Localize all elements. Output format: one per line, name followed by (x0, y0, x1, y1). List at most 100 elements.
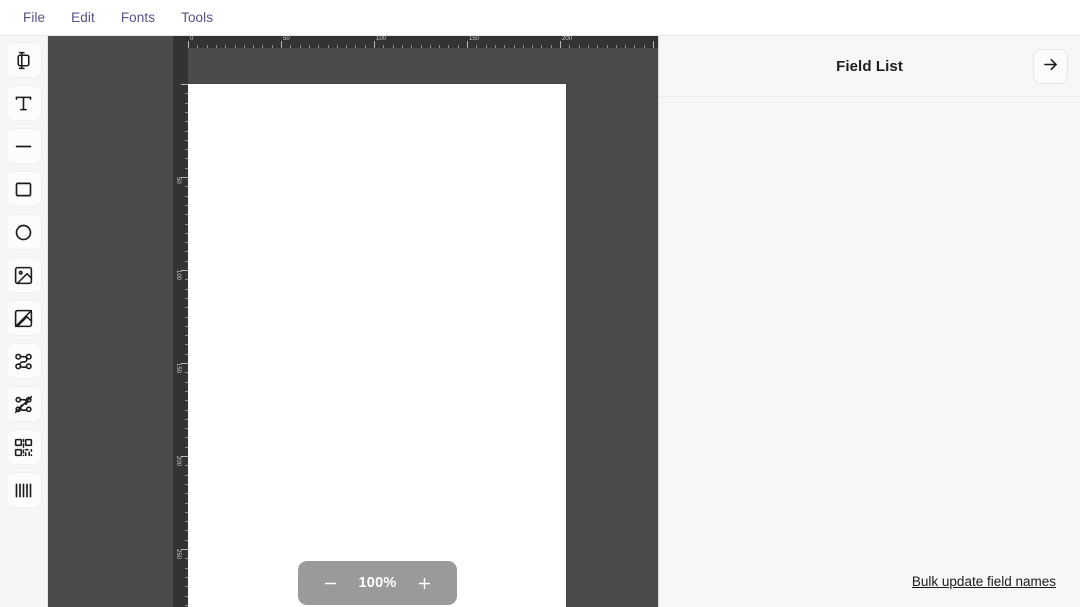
collapse-panel-button[interactable] (1033, 49, 1068, 84)
ruler-tick (185, 251, 188, 253)
ruler-tick (185, 409, 188, 411)
ruler-tick (185, 576, 188, 578)
image-icon (13, 265, 34, 286)
ruler-tick (411, 45, 413, 48)
ruler-label: 0 (190, 36, 194, 42)
ruler-tick (185, 93, 188, 95)
zoom-out-button[interactable] (319, 571, 343, 595)
ruler-tick (439, 45, 441, 48)
ruler-tick (185, 279, 188, 281)
ruler-tick (185, 307, 188, 309)
ruler-tick (181, 84, 188, 85)
ruler-tick (185, 139, 188, 141)
ruler-tick (185, 316, 188, 318)
panel-header: Field List (659, 36, 1080, 97)
tool-barcode-button[interactable] (5, 472, 42, 508)
ellipse-icon (13, 222, 34, 243)
ruler-tick (181, 177, 188, 178)
tool-sidebar (0, 36, 48, 607)
ruler-tick (197, 45, 199, 48)
tool-line-button[interactable] (5, 128, 42, 164)
ruler-tick (550, 45, 552, 48)
ruler-tick (578, 45, 580, 48)
ruler-tick (494, 45, 496, 48)
ruler-tick (383, 45, 385, 48)
design-page[interactable] (188, 84, 566, 607)
horizontal-ruler: 0 50 100 150 200 (173, 36, 658, 48)
ruler-tick (185, 372, 188, 374)
ruler-tick (401, 45, 403, 48)
panel-footer: Bulk update field names (659, 574, 1080, 607)
ruler-tick (181, 549, 188, 550)
tool-text-field-button[interactable] (5, 42, 42, 78)
main-body: 0 50 100 150 200 50 100 150 200 250 100% (0, 36, 1080, 607)
ruler-tick (185, 353, 188, 355)
ruler-tick (185, 288, 188, 290)
zoom-in-button[interactable] (413, 571, 437, 595)
ruler-tick (522, 45, 524, 48)
ruler-tick (346, 45, 348, 48)
ruler-label: 150 (469, 36, 480, 42)
ruler-tick (299, 45, 301, 48)
tool-rectangle-button[interactable] (5, 171, 42, 207)
tool-ellipse-button[interactable] (5, 214, 42, 250)
ruler-tick (185, 121, 188, 123)
ruler-tick (185, 102, 188, 104)
ruler-label: 100 (175, 270, 181, 281)
barcode-icon (13, 480, 34, 501)
rectangle-icon (13, 179, 34, 200)
menu-item-edit[interactable]: Edit (58, 5, 108, 30)
arrow-right-icon (1041, 55, 1060, 79)
ruler-tick (243, 45, 245, 48)
tool-qr-code-button[interactable] (5, 429, 42, 465)
qr-code-icon (13, 437, 34, 458)
ruler-tick (185, 149, 188, 151)
menu-item-fonts[interactable]: Fonts (108, 5, 168, 30)
ruler-tick (185, 325, 188, 327)
ruler-tick (327, 45, 329, 48)
ruler-tick (185, 539, 188, 541)
ruler-tick (181, 270, 188, 271)
app-root: File Edit Fonts Tools 0 50 100 150 200 5… (0, 0, 1080, 607)
ruler-tick (185, 260, 188, 262)
text-icon (13, 93, 34, 114)
menu-bar: File Edit Fonts Tools (0, 0, 1080, 36)
ruler-tick (420, 45, 422, 48)
bulk-update-field-names-link[interactable]: Bulk update field names (912, 574, 1056, 589)
tool-waypoints-off-button[interactable] (5, 386, 42, 422)
ruler-tick (215, 45, 217, 48)
ruler-tick (532, 45, 534, 48)
tool-waypoints-button[interactable] (5, 343, 42, 379)
menu-item-file[interactable]: File (10, 5, 58, 30)
page-title: Field List (836, 57, 903, 75)
field-list-panel: Field List Bulk update field names (658, 36, 1080, 607)
field-list-body (659, 97, 1080, 574)
ruler-tick (448, 45, 450, 48)
ruler-tick (185, 604, 188, 606)
ruler-tick (336, 45, 338, 48)
ruler-tick (185, 204, 188, 206)
ruler-tick (597, 45, 599, 48)
menu-item-tools[interactable]: Tools (168, 5, 226, 30)
ruler-tick (271, 45, 273, 48)
ruler-tick (181, 456, 188, 457)
tool-text-button[interactable] (5, 85, 42, 121)
canvas-workspace[interactable]: 0 50 100 150 200 50 100 150 200 250 100% (48, 36, 658, 607)
ruler-tick (318, 45, 320, 48)
ruler-tick (185, 232, 188, 234)
ruler-tick (541, 45, 543, 48)
ruler-tick (234, 45, 236, 48)
ruler-tick (185, 502, 188, 504)
ruler-tick (185, 474, 188, 476)
ruler-tick (185, 390, 188, 392)
ruler-tick (355, 45, 357, 48)
ruler-tick (185, 446, 188, 448)
ruler-tick (504, 45, 506, 48)
tool-image-button[interactable] (5, 257, 42, 293)
ruler-tick (253, 45, 255, 48)
zoom-control: 100% (298, 561, 457, 605)
ruler-label: 50 (175, 177, 181, 184)
ruler-tick (185, 521, 188, 523)
ruler-tick (643, 45, 645, 48)
tool-image-off-button[interactable] (5, 300, 42, 336)
